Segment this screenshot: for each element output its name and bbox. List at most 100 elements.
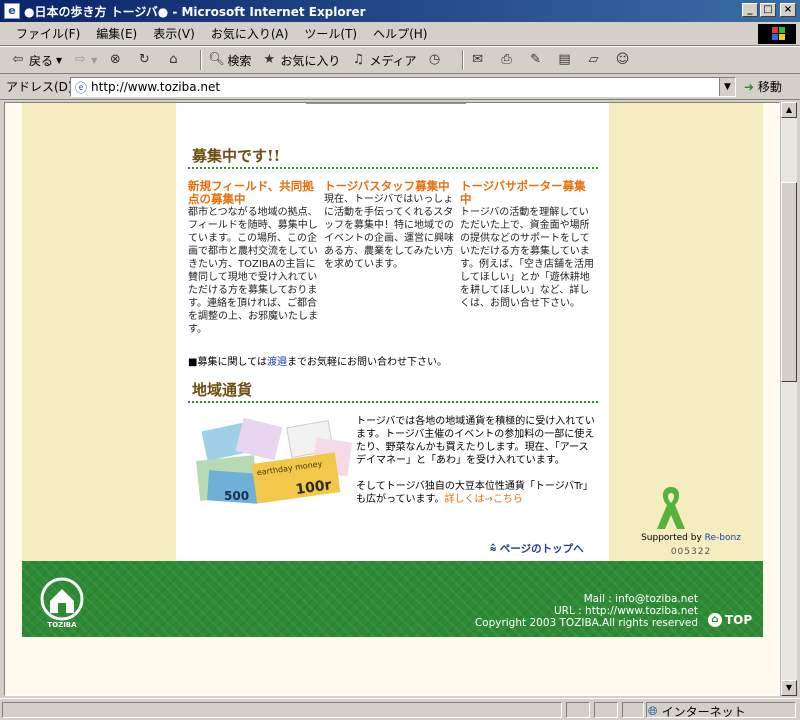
column-body: 現在、トージバではいっしょに活動を手伝ってくれるスタッフを募集中！特に地域でのイ… — [324, 194, 454, 270]
recruit-column-field: 新規フィールド、共同拠点の募集中 都市とつながる地域の拠点、フィールドを随時、募… — [188, 180, 322, 336]
refresh-button[interactable]: ↻ — [136, 52, 155, 68]
home-icon: ⌂ — [169, 52, 178, 67]
recruit-column-staff: トージバスタッフ募集中 現在、トージバではいっしょに活動を手伝ってくれるスタッフ… — [324, 180, 458, 271]
history-icon: ◷ — [428, 52, 441, 67]
favorites-button[interactable]: ★ お気に入り — [261, 52, 341, 69]
history-button[interactable]: ◷ — [427, 52, 446, 68]
address-label: アドレス(D) — [6, 80, 73, 94]
page-icon: ⓔ — [75, 80, 88, 95]
messenger-button[interactable]: ☺ — [615, 52, 634, 68]
green-ribbon-icon — [657, 487, 685, 529]
media-button[interactable]: ♫ メディア — [350, 52, 417, 69]
menu-file[interactable]: ファイル(F) — [8, 25, 88, 42]
page-viewport: 募集中です!! 新規フィールド、共同拠点の募集中 都市とつながる地域の拠点、フィ… — [4, 102, 780, 696]
research-icon: ▱ — [588, 52, 599, 67]
search-button[interactable]: 🔍︎ 検索 — [208, 52, 251, 69]
go-button[interactable]: ➜ 移動 — [744, 78, 782, 95]
status-text-area — [2, 702, 562, 718]
currency-divider — [188, 401, 598, 403]
currency-description: トージバでは各地の地域通貨を積極的に受け入れています。トージバ主催のイベントの参… — [356, 416, 595, 505]
back-button[interactable]: ⇦ 戻る ▼ — [10, 52, 63, 69]
access-counter: 005322 — [670, 547, 712, 557]
scroll-up-arrow-icon[interactable]: ▲ — [781, 102, 797, 118]
search-icon: 🔍︎ — [208, 52, 225, 67]
go-arrow-icon: ➜ — [744, 80, 755, 94]
currency-title: 地域通貨 — [192, 381, 253, 399]
toolbar-separator — [200, 50, 203, 70]
toolbar-separator — [461, 50, 464, 70]
up-arrow-icon: ⩯ — [490, 543, 497, 555]
stop-button[interactable]: ⊗ — [107, 52, 126, 68]
footer-mail[interactable]: Mail : info@toziba.net — [462, 593, 698, 605]
messenger-icon: ☺ — [615, 52, 630, 67]
close-button[interactable]: × — [780, 3, 796, 17]
refresh-icon: ↻ — [138, 52, 150, 67]
contact-link[interactable]: 渡邉 — [267, 357, 287, 368]
mail-button[interactable]: ✉ — [470, 52, 489, 68]
edit-button[interactable]: ✎ — [528, 52, 547, 68]
menu-help[interactable]: ヘルプ(H) — [365, 25, 435, 42]
address-dropdown-icon[interactable]: ▼ — [719, 78, 735, 96]
details-link[interactable]: 詳しくは→こちら — [445, 494, 523, 505]
home-icon: ⌂ — [708, 613, 722, 627]
forward-arrow-icon: ⇨ — [74, 52, 86, 67]
favorites-icon: ★ — [263, 52, 276, 67]
previous-section-edge — [306, 103, 466, 105]
column-body: トージバの活動を理解していただいた上で、資金面や場所の提供などのサポートをしてい… — [460, 207, 594, 309]
zone-indicator: 🌐︎ インターネット — [648, 704, 746, 719]
minimize-button[interactable]: _ — [742, 3, 758, 17]
footer: TOZIBA Mail : info@toziba.net URL : http… — [22, 561, 763, 637]
home-button[interactable]: ⌂ — [165, 52, 184, 68]
status-segment — [622, 702, 644, 718]
print-button[interactable]: ⎙ — [499, 52, 518, 68]
globe-icon: 🌐︎ — [648, 704, 658, 718]
menubar: ファイル(F) 編集(E) 表示(V) お気に入り(A) ツール(T) ヘルプ(… — [0, 22, 800, 46]
menu-view[interactable]: 表示(V) — [145, 25, 203, 42]
menu-favorites[interactable]: お気に入り(A) — [203, 25, 297, 42]
window-title: ●日本の歩き方 トージバ● - Microsoft Internet Explo… — [24, 4, 366, 19]
supported-by: Supported by Re-bonz — [641, 533, 741, 543]
menu-tools[interactable]: ツール(T) — [296, 25, 365, 42]
dropdown-icon: ▼ — [91, 55, 98, 65]
toolbar: ⇦ 戻る ▼ ⇨ ▼ ⊗ ↻ ⌂ 🔍︎ 検索 ★ お気に入り ♫ メディア ◷ … — [0, 46, 800, 74]
status-segment — [594, 702, 618, 718]
local-currency-image: earthday money 100r 500 — [196, 418, 353, 504]
recruit-divider — [188, 167, 598, 169]
window-titlebar: e ●日本の歩き方 トージバ● - Microsoft Internet Exp… — [0, 0, 800, 22]
rebonz-link[interactable]: Re-bonz — [705, 533, 741, 543]
page-top-link[interactable]: ⩯ ページのトップへ — [490, 541, 584, 556]
dropdown-icon: ▼ — [56, 55, 63, 65]
edit-icon: ✎ — [530, 52, 541, 67]
back-arrow-icon: ⇦ — [12, 52, 24, 67]
address-input[interactable]: ⓔ http://www.toziba.net ▼ — [70, 77, 736, 97]
column-heading: 新規フィールド、共同拠点の募集中 — [188, 179, 314, 206]
stop-icon: ⊗ — [109, 52, 121, 67]
address-bar: アドレス(D) ⓔ http://www.toziba.net ▼ ➜ 移動 — [0, 74, 800, 100]
column-body: 都市とつながる地域の拠点、フィールドを随時、募集中しています。この場所、この企画… — [188, 207, 318, 335]
discuss-button[interactable]: ▤ — [557, 52, 576, 68]
status-segment — [566, 702, 590, 718]
forward-button[interactable]: ⇨ ▼ — [72, 52, 98, 68]
bill-value: 500 — [224, 489, 249, 503]
logo-text: TOZIBA — [47, 621, 77, 629]
maximize-button[interactable]: □ — [760, 3, 776, 17]
scroll-thumb[interactable] — [781, 182, 797, 382]
discuss-icon: ▤ — [558, 52, 571, 67]
scroll-down-arrow-icon[interactable]: ▼ — [781, 680, 797, 696]
vertical-scrollbar[interactable]: ▲ ▼ — [780, 102, 797, 696]
recruit-title: 募集中です!! — [192, 147, 281, 165]
right-sidebar: Supported by Re-bonz 005322 — [609, 103, 763, 561]
status-bar: 🌐︎ インターネット — [0, 698, 800, 720]
media-icon: ♫ — [352, 52, 365, 67]
recruit-note: ■募集に関しては渡邉までお気軽にお問い合わせ下さい。 — [188, 357, 447, 368]
footer-url[interactable]: URL : http://www.toziba.net — [462, 605, 698, 617]
footer-top-link[interactable]: ⌂ TOP — [708, 613, 752, 627]
recruit-column-supporter: トージバサポーター募集中 トージバの活動を理解していただいた上で、資金面や場所の… — [460, 180, 594, 310]
column-heading: トージバスタッフ募集中 — [324, 179, 450, 193]
research-button[interactable]: ▱ — [586, 52, 605, 68]
menu-edit[interactable]: 編集(E) — [88, 25, 145, 42]
address-url: http://www.toziba.net — [91, 80, 221, 94]
main-content: 募集中です!! 新規フィールド、共同拠点の募集中 都市とつながる地域の拠点、フィ… — [176, 103, 609, 561]
toziba-logo[interactable]: TOZIBA — [40, 577, 84, 629]
footer-copyright: Copyright 2003 TOZIBA.All rights reserve… — [474, 617, 698, 629]
